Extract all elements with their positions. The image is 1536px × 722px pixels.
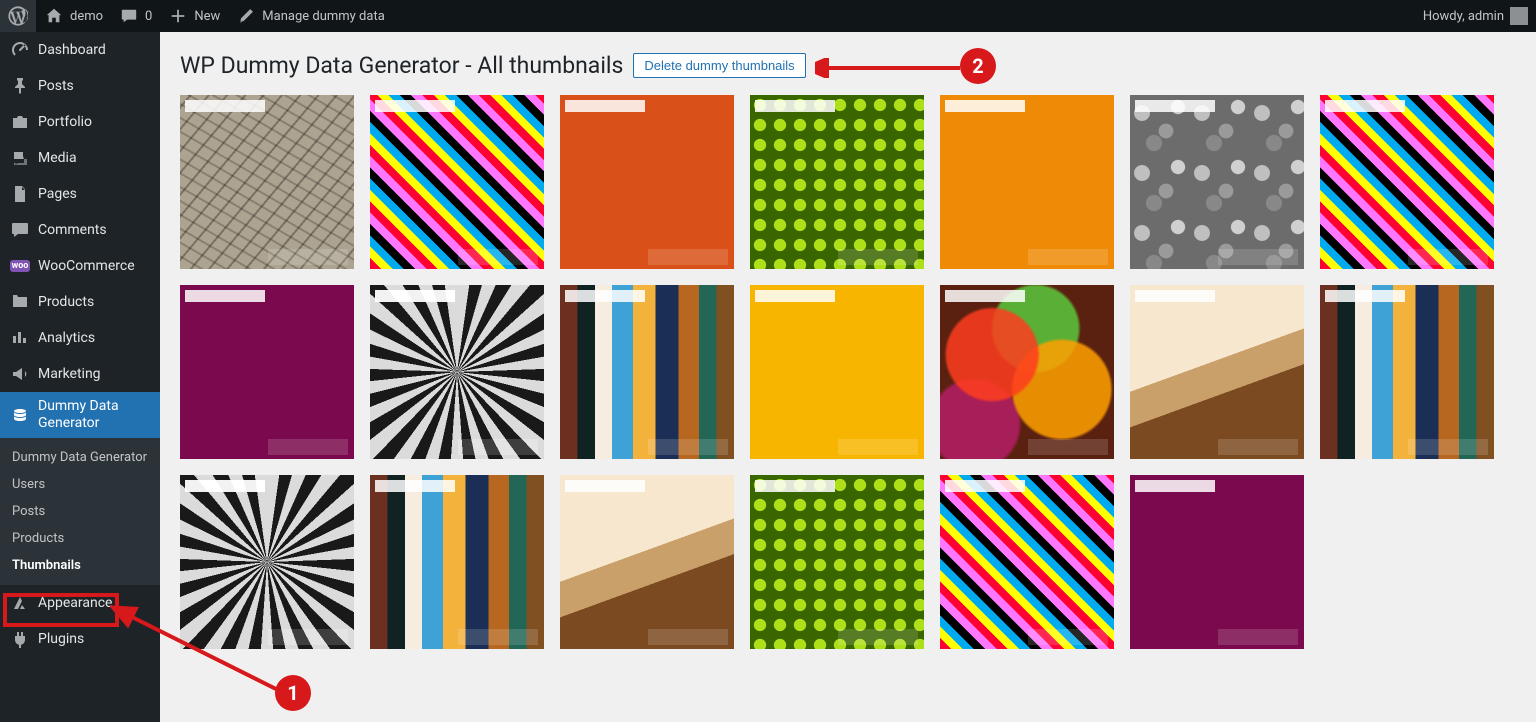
comment-icon: [119, 6, 139, 26]
thumbnails-grid: [180, 95, 1516, 665]
sidebar-item-label: Portfolio: [38, 114, 92, 130]
submenu-item-dummy-data-generator[interactable]: Dummy Data Generator: [0, 444, 160, 471]
content-area: WP Dummy Data Generator - All thumbnails…: [160, 32, 1536, 722]
sidebar-item-portfolio[interactable]: Portfolio: [0, 104, 160, 140]
thumbnail[interactable]: [1130, 475, 1304, 649]
comments-link[interactable]: 0: [111, 0, 160, 32]
delete-thumbnails-button[interactable]: Delete dummy thumbnails: [633, 53, 805, 78]
sidebar-item-products[interactable]: Products: [0, 284, 160, 320]
sidebar-item-label: Marketing: [38, 366, 101, 382]
marketing-icon: [10, 364, 30, 384]
thumbnail[interactable]: [750, 475, 924, 649]
sidebar-item-analytics[interactable]: Analytics: [0, 320, 160, 356]
woo-icon: woo: [10, 256, 30, 276]
manage-dummy-link[interactable]: Manage dummy data: [228, 0, 393, 32]
thumbnail[interactable]: [1320, 285, 1494, 459]
thumbnail[interactable]: [750, 95, 924, 269]
admin-sidebar: Dashboard Posts Portfolio Media Pages Comment…: [0, 32, 160, 722]
appearance-icon: [10, 593, 30, 613]
avatar-icon: [1510, 7, 1528, 25]
new-content-link[interactable]: New: [160, 0, 228, 32]
portfolio-icon: [10, 112, 30, 132]
sidebar-item-plugins[interactable]: Plugins: [0, 621, 160, 657]
page-title-row: WP Dummy Data Generator - All thumbnails…: [180, 52, 1516, 79]
media-icon: [10, 148, 30, 168]
thumbnail[interactable]: [940, 285, 1114, 459]
plugins-icon: [10, 629, 30, 649]
site-name: demo: [70, 9, 103, 24]
sidebar-item-dummy-data-generator[interactable]: Dummy Data Generator: [0, 392, 160, 438]
sidebar-item-pages[interactable]: Pages: [0, 176, 160, 212]
tools-icon: [236, 6, 256, 26]
sidebar-item-marketing[interactable]: Marketing: [0, 356, 160, 392]
comments-count: 0: [145, 9, 152, 24]
sidebar-item-label: Dashboard: [38, 42, 106, 58]
thumbnail[interactable]: [180, 285, 354, 459]
dashboard-icon: [10, 40, 30, 60]
sidebar-item-woocommerce[interactable]: woo WooCommerce: [0, 248, 160, 284]
new-label: New: [194, 9, 220, 24]
sidebar-submenu: Dummy Data GeneratorUsersPostsProductsTh…: [0, 438, 160, 585]
thumbnail[interactable]: [560, 285, 734, 459]
plus-icon: [168, 6, 188, 26]
sidebar-item-label: Media: [38, 150, 77, 166]
thumbnail[interactable]: [750, 285, 924, 459]
account-link[interactable]: Howdy, admin: [1415, 0, 1536, 32]
thumbnail[interactable]: [180, 475, 354, 649]
sidebar-item-appearance[interactable]: Appearance: [0, 585, 160, 621]
sidebar-item-label: WooCommerce: [38, 258, 135, 274]
thumbnail[interactable]: [1130, 95, 1304, 269]
thumbnail[interactable]: [180, 95, 354, 269]
site-name-link[interactable]: demo: [36, 0, 111, 32]
comments-icon: [10, 220, 30, 240]
pin-icon: [10, 76, 30, 96]
thumbnail[interactable]: [370, 475, 544, 649]
sidebar-item-media[interactable]: Media: [0, 140, 160, 176]
sidebar-item-label: Comments: [38, 222, 107, 238]
sidebar-item-label: Analytics: [38, 330, 95, 346]
submenu-item-posts[interactable]: Posts: [0, 498, 160, 525]
manage-label: Manage dummy data: [262, 9, 385, 24]
thumbnail[interactable]: [1320, 95, 1494, 269]
sidebar-item-label: Posts: [38, 78, 74, 94]
submenu-item-thumbnails[interactable]: Thumbnails: [0, 552, 160, 579]
howdy-text: Howdy, admin: [1423, 9, 1504, 24]
analytics-icon: [10, 328, 30, 348]
thumbnail[interactable]: [560, 95, 734, 269]
admin-bar: demo 0 New Manage dummy data Howdy, admi…: [0, 0, 1536, 32]
sidebar-item-label: Pages: [38, 186, 77, 202]
thumbnail[interactable]: [370, 285, 544, 459]
home-icon: [44, 6, 64, 26]
sidebar-item-label: Appearance: [38, 595, 112, 611]
page-title: WP Dummy Data Generator - All thumbnails: [180, 52, 623, 79]
submenu-item-products[interactable]: Products: [0, 525, 160, 552]
products-icon: [10, 292, 30, 312]
sidebar-item-comments[interactable]: Comments: [0, 212, 160, 248]
sidebar-item-label: Plugins: [38, 631, 84, 647]
dummy-icon: [10, 405, 30, 425]
thumbnail[interactable]: [1130, 285, 1304, 459]
thumbnail[interactable]: [560, 475, 734, 649]
sidebar-item-label: Dummy Data Generator: [38, 398, 150, 432]
thumbnail[interactable]: [370, 95, 544, 269]
sidebar-item-label: Products: [38, 294, 94, 310]
thumbnail[interactable]: [940, 95, 1114, 269]
sidebar-item-posts[interactable]: Posts: [0, 68, 160, 104]
thumbnail[interactable]: [940, 475, 1114, 649]
sidebar-item-dashboard[interactable]: Dashboard: [0, 32, 160, 68]
wordpress-icon: [8, 6, 28, 26]
submenu-item-users[interactable]: Users: [0, 471, 160, 498]
wp-logo[interactable]: [0, 0, 36, 32]
page-icon: [10, 184, 30, 204]
